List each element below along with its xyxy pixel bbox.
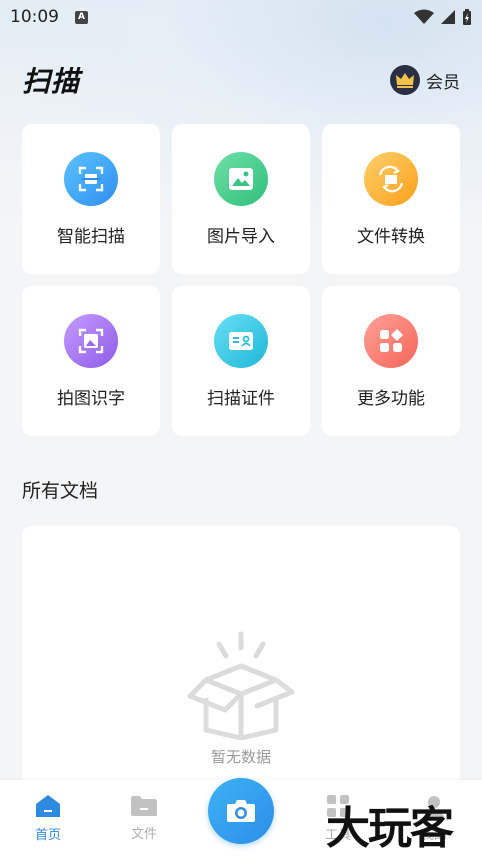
camera-button[interactable] — [208, 778, 274, 844]
status-time: 10:09 — [10, 7, 59, 27]
photo-text-label: 拍图识字 — [57, 388, 125, 409]
crown-icon — [390, 65, 420, 95]
empty-box-icon — [187, 631, 295, 740]
tab-files-label: 文件 — [130, 826, 157, 842]
photo-text-card[interactable]: 拍图识字 — [22, 286, 160, 436]
page-title: 扫描 — [22, 65, 81, 98]
image-import-card[interactable]: 图片导入 — [172, 124, 310, 274]
empty-state-text: 暂无数据 — [210, 748, 271, 766]
vip-label: 会员 — [426, 72, 460, 93]
signal-icon — [441, 10, 455, 24]
tab-files[interactable]: 文件 — [96, 795, 192, 842]
id-scan-label: 扫描证件 — [207, 388, 275, 409]
feature-grid: 智能扫描 图片导入 文件转换 拍图识字 扫描证件 更多功能 — [22, 124, 460, 436]
id-card-icon — [214, 313, 268, 368]
status-bar: 10:09 A — [0, 0, 482, 34]
more-features-card[interactable]: 更多功能 — [322, 286, 460, 436]
file-convert-card[interactable]: 文件转换 — [322, 124, 460, 274]
battery-icon — [463, 8, 471, 25]
documents-section-title: 所有文档 — [22, 480, 99, 502]
file-convert-icon — [364, 151, 418, 206]
camera-icon — [227, 800, 255, 822]
status-indicators — [414, 8, 472, 26]
id-scan-card[interactable]: 扫描证件 — [172, 286, 310, 436]
file-convert-label: 文件转换 — [357, 226, 425, 247]
smart-scan-label: 智能扫描 — [57, 226, 125, 247]
documents-panel: 暂无数据 — [22, 526, 460, 786]
folder-icon — [131, 795, 157, 816]
watermark-logo: 大玩客 — [326, 803, 454, 854]
home-icon — [36, 794, 60, 817]
wifi-icon — [414, 9, 434, 24]
more-grid-icon — [364, 313, 418, 368]
more-features-label: 更多功能 — [357, 388, 425, 409]
tab-home-label: 首页 — [34, 827, 61, 843]
vip-button[interactable]: 会员 — [390, 65, 460, 95]
image-icon — [214, 151, 268, 206]
tab-home[interactable]: 首页 — [0, 794, 96, 843]
header: 扫描 会员 — [22, 58, 460, 102]
notification-icon: A — [75, 10, 88, 24]
photo-text-icon — [64, 313, 118, 368]
smart-scan-card[interactable]: 智能扫描 — [22, 124, 160, 274]
scan-frame-icon — [64, 151, 118, 206]
image-import-label: 图片导入 — [207, 226, 275, 247]
